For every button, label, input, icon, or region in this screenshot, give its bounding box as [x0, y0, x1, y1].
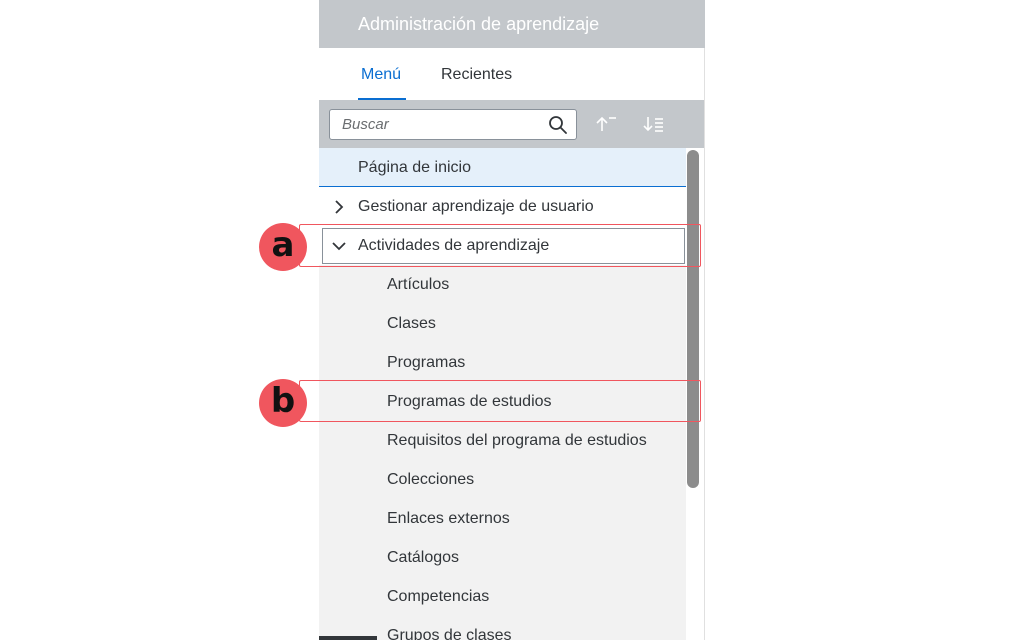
menu-toolbar — [319, 100, 705, 148]
callout-highlight-a — [299, 224, 701, 267]
callout-marker-a: a — [259, 223, 307, 271]
search-input[interactable] — [330, 110, 540, 139]
submenu-item-label: Competencias — [387, 588, 490, 605]
submenu-item-competencies[interactable]: Competencias — [319, 577, 687, 616]
callout-highlight-b — [299, 380, 701, 422]
tab-bar: Menú Recientes — [319, 48, 705, 101]
menu-item-label: Gestionar aprendizaje de usuario — [358, 198, 594, 215]
bottom-indicator — [319, 636, 377, 640]
callout-marker-b: b — [259, 379, 307, 427]
submenu-item-label: Programas — [387, 354, 466, 371]
submenu-item-label: Colecciones — [387, 471, 475, 488]
search-icon[interactable] — [548, 115, 568, 135]
panel-title: Administración de aprendizaje — [319, 0, 705, 48]
submenu-item-items[interactable]: Artículos — [319, 265, 687, 304]
submenu-item-label: Requisitos del programa de estudios — [387, 432, 647, 449]
submenu-item-label: Artículos — [387, 276, 450, 293]
panel-divider — [704, 48, 705, 640]
submenu-item-collections[interactable]: Colecciones — [319, 460, 687, 499]
submenu-item-label: Grupos de clases — [387, 627, 512, 640]
submenu-item-label: Enlaces externos — [387, 510, 510, 527]
sort-list-icon[interactable] — [641, 113, 667, 135]
menu-item-home[interactable]: Página de inicio — [319, 148, 687, 187]
chevron-right-icon[interactable] — [331, 199, 347, 215]
submenu-item-label: Catálogos — [387, 549, 460, 566]
sort-ascending-icon[interactable] — [593, 113, 619, 135]
menu-item-manage-user-learning[interactable]: Gestionar aprendizaje de usuario — [319, 187, 687, 226]
submenu-item-curriculum-requirements[interactable]: Requisitos del programa de estudios — [319, 421, 687, 460]
search-field[interactable] — [329, 109, 577, 140]
submenu-item-label: Clases — [387, 315, 436, 332]
scrollbar-thumb[interactable] — [687, 150, 699, 488]
submenu-item-programs[interactable]: Programas — [319, 343, 687, 382]
submenu-item-catalogs[interactable]: Catálogos — [319, 538, 687, 577]
tab-recent[interactable]: Recientes — [441, 66, 512, 84]
submenu-item-external-links[interactable]: Enlaces externos — [319, 499, 687, 538]
submenu-item-classes[interactable]: Clases — [319, 304, 687, 343]
navigation-panel: Administración de aprendizaje Menú Recie… — [319, 0, 705, 640]
tab-menu[interactable]: Menú — [361, 66, 401, 84]
menu-item-label: Página de inicio — [358, 159, 471, 176]
